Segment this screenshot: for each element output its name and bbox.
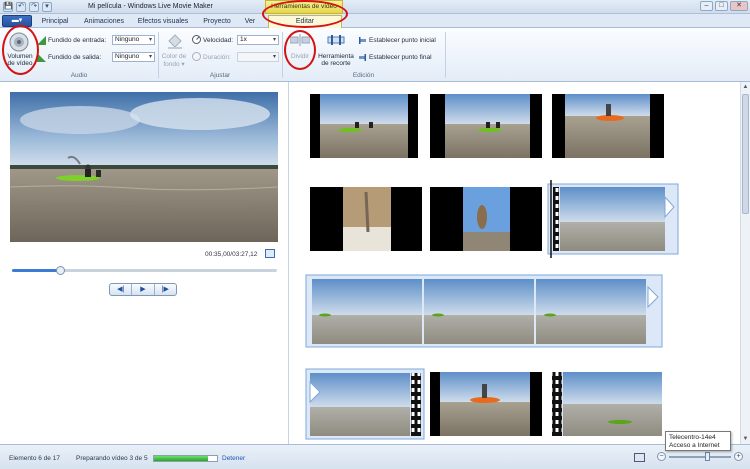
adjust-group-label: Ajustar bbox=[209, 72, 231, 79]
seek-thumb[interactable] bbox=[55, 266, 65, 275]
close-button[interactable]: ✕ bbox=[730, 1, 748, 11]
ribbon-tab-bar: ▬▾ Principal Animaciones Efectos visuale… bbox=[0, 14, 750, 29]
clip-thumbnail[interactable] bbox=[552, 94, 664, 158]
qat-dropdown-icon[interactable]: ▾ bbox=[42, 2, 52, 12]
clip-thumbnail[interactable] bbox=[430, 372, 542, 436]
clip-thumbnail[interactable] bbox=[310, 187, 422, 251]
stop-link[interactable]: Detener bbox=[222, 455, 245, 462]
clip-thumbnail[interactable] bbox=[310, 94, 418, 158]
set-end-point-button[interactable]: Establecer punto final bbox=[369, 54, 432, 61]
storyboard-clips bbox=[305, 94, 679, 440]
zoom-out-button[interactable]: − bbox=[657, 452, 666, 461]
fullscreen-icon[interactable] bbox=[265, 249, 275, 258]
clip-thumbnail[interactable] bbox=[552, 372, 662, 436]
clip-thumbnail[interactable] bbox=[430, 187, 542, 251]
clip-thumbnail-selected[interactable] bbox=[305, 274, 663, 348]
preview-frame bbox=[10, 92, 278, 242]
storyboard-scrollbar[interactable]: ▲ ▼ bbox=[740, 82, 750, 444]
background-color-button[interactable]: fondo ▾ bbox=[160, 60, 188, 68]
window-title: Mi película - Windows Live Movie Maker bbox=[88, 3, 213, 10]
bg-color-label-1: Color de bbox=[161, 53, 187, 60]
duration-label: Duración: bbox=[203, 54, 231, 61]
zoom-slider-thumb[interactable] bbox=[705, 452, 711, 461]
annotation-circle-volume bbox=[2, 25, 39, 75]
save-icon[interactable]: 💾 bbox=[3, 2, 13, 12]
play-button[interactable]: ▶ bbox=[132, 284, 155, 295]
edit-group-label: Edición bbox=[352, 72, 375, 79]
trim-tool-label-2: de recorte bbox=[321, 60, 351, 67]
fade-out-label: Fundido de salida: bbox=[48, 54, 102, 61]
monitor-icon[interactable] bbox=[634, 453, 645, 462]
scroll-thumb[interactable] bbox=[742, 94, 749, 214]
trim-tool-button[interactable]: Herramienta bbox=[314, 53, 358, 60]
tooltip-network-name: Telecentro-14e4 bbox=[669, 434, 716, 441]
zoom-in-button[interactable]: + bbox=[734, 452, 743, 461]
annotation-circle-context-tab bbox=[262, 0, 348, 28]
duration-icon bbox=[192, 52, 201, 61]
seek-bar[interactable] bbox=[12, 266, 277, 275]
zoom-control: − + bbox=[657, 452, 745, 462]
storyboard[interactable] bbox=[290, 82, 740, 444]
quick-access-toolbar: 💾 ↶ ↷ ▾ bbox=[3, 1, 52, 13]
speed-dropdown[interactable]: 1x bbox=[237, 35, 279, 45]
speed-icon bbox=[192, 35, 201, 44]
ribbon: Volumen de vídeo Fundido de entrada: Nin… bbox=[0, 28, 750, 82]
maximize-button[interactable]: □ bbox=[715, 1, 728, 11]
set-end-icon bbox=[359, 54, 366, 61]
title-bar: 💾 ↶ ↷ ▾ Mi película - Windows Live Movie… bbox=[0, 0, 750, 14]
scroll-up-icon[interactable]: ▲ bbox=[742, 83, 749, 91]
group-separator bbox=[445, 32, 446, 78]
preparing-progress-bar bbox=[153, 455, 218, 462]
fade-out-dropdown[interactable]: Ninguno bbox=[112, 52, 155, 62]
progress-fill bbox=[154, 456, 208, 461]
trim-tool-icon bbox=[327, 35, 345, 45]
tab-animaciones[interactable]: Animaciones bbox=[80, 16, 128, 28]
network-tooltip: Telecentro-14e4 Acceso a Internet bbox=[665, 431, 731, 451]
preview-pane: 00:35,00/03:27,12 ◀| ▶ |▶ bbox=[0, 82, 289, 444]
timecode: 00:35,00/03:27,12 bbox=[205, 251, 258, 258]
preparing-status: Preparando vídeo 3 de 5 bbox=[76, 455, 148, 462]
playback-controls: ◀| ▶ |▶ bbox=[109, 283, 177, 296]
item-count: Elemento 6 de 17 bbox=[9, 455, 60, 462]
speed-label: Velocidad: bbox=[203, 37, 233, 44]
zoom-track[interactable] bbox=[669, 456, 731, 458]
annotation-circle-split bbox=[284, 30, 316, 70]
duration-dropdown[interactable] bbox=[237, 52, 279, 62]
previous-frame-button[interactable]: ◀| bbox=[110, 284, 133, 295]
movie-maker-window: 💾 ↶ ↷ ▾ Mi película - Windows Live Movie… bbox=[0, 0, 750, 469]
clip-thumbnail[interactable] bbox=[430, 94, 542, 158]
set-start-icon bbox=[359, 37, 366, 44]
video-preview[interactable] bbox=[10, 92, 278, 242]
tab-ver[interactable]: Ver bbox=[240, 16, 260, 28]
window-controls: – □ ✕ bbox=[700, 1, 748, 11]
fade-in-dropdown[interactable]: Ninguno bbox=[112, 35, 155, 45]
redo-icon[interactable]: ↷ bbox=[29, 2, 39, 12]
clip-thumbnail-selected[interactable] bbox=[305, 368, 425, 440]
paint-bucket-icon bbox=[168, 34, 182, 49]
next-frame-button[interactable]: |▶ bbox=[155, 284, 176, 295]
fade-in-label: Fundido de entrada: bbox=[48, 37, 107, 44]
clip-thumbnail-selected[interactable] bbox=[547, 180, 679, 258]
scroll-down-icon[interactable]: ▼ bbox=[742, 435, 749, 443]
minimize-button[interactable]: – bbox=[700, 1, 713, 11]
set-start-point-button[interactable]: Establecer punto inicial bbox=[369, 37, 436, 44]
tooltip-network-status: Acceso a Internet bbox=[669, 442, 720, 449]
status-bar: Elemento 6 de 17 Preparando vídeo 3 de 5… bbox=[0, 444, 750, 469]
seek-fill bbox=[12, 269, 60, 272]
tab-efectos-visuales[interactable]: Efectos visuales bbox=[135, 16, 191, 28]
undo-icon[interactable]: ↶ bbox=[16, 2, 26, 12]
tab-proyecto[interactable]: Proyecto bbox=[200, 16, 234, 28]
tab-principal[interactable]: Principal bbox=[38, 16, 72, 28]
